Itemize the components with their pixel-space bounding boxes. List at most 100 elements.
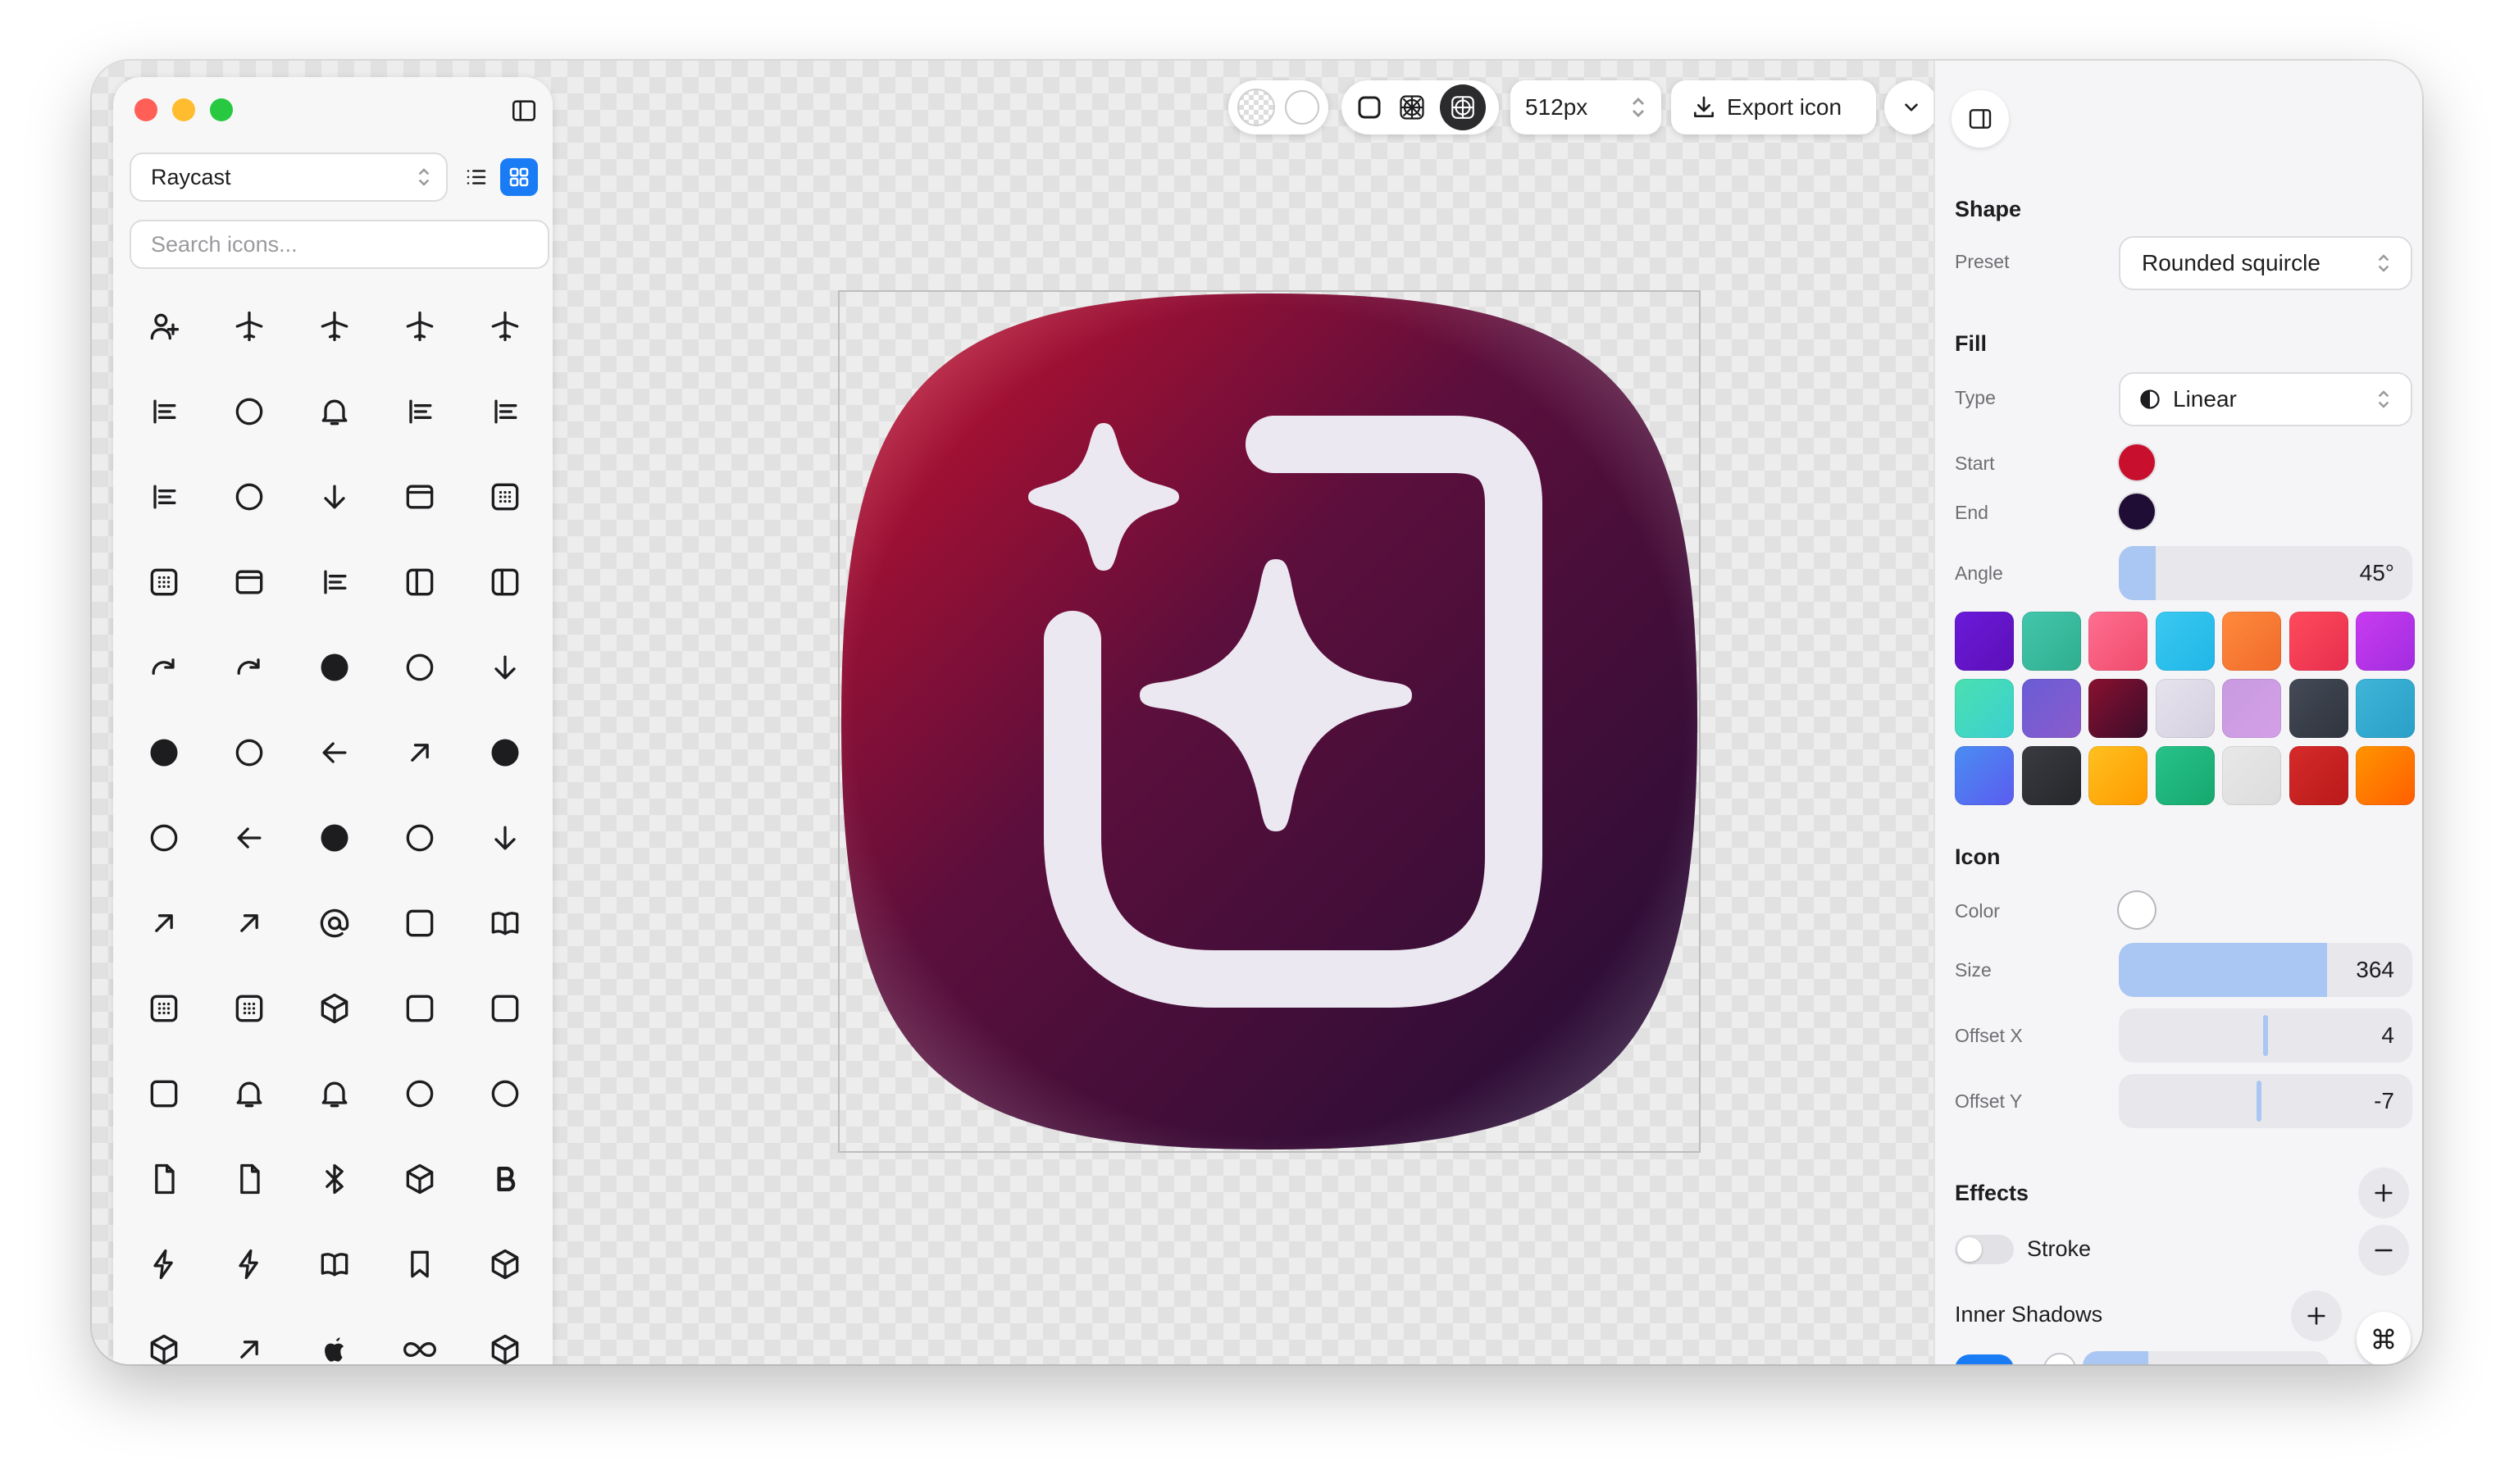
transparent-background-button[interactable] — [1237, 89, 1276, 126]
icon-grid-cell[interactable] — [207, 1136, 292, 1222]
icon-grid-cell[interactable] — [121, 284, 207, 369]
icon-grid-cell[interactable] — [377, 710, 462, 795]
icon-grid-cell[interactable] — [207, 284, 292, 369]
icon-grid-cell[interactable] — [121, 795, 207, 881]
gradient-preset-swatch[interactable] — [2289, 612, 2348, 671]
icon-grid-cell[interactable] — [377, 1222, 462, 1307]
icon-grid-cell[interactable] — [121, 369, 207, 454]
inner-shadow-opacity-slider[interactable] — [2083, 1351, 2329, 1364]
export-icon-button[interactable]: Export icon — [1671, 80, 1876, 134]
icon-grid-cell[interactable] — [462, 795, 548, 881]
close-window-button[interactable] — [134, 98, 157, 121]
add-inner-shadow-button[interactable] — [2291, 1291, 2342, 1341]
icon-grid-cell[interactable] — [462, 539, 548, 625]
icon-grid-cell[interactable] — [207, 625, 292, 710]
icon-grid-cell[interactable] — [121, 966, 207, 1051]
icon-grid-cell[interactable] — [462, 881, 548, 966]
icon-color-swatch[interactable] — [2119, 892, 2155, 928]
gradient-preset-swatch[interactable] — [2356, 679, 2415, 738]
icon-grid-cell[interactable] — [121, 881, 207, 966]
icon-grid-cell[interactable] — [462, 454, 548, 539]
gradient-preset-swatch[interactable] — [2021, 679, 2081, 738]
icon-grid-cell[interactable] — [462, 625, 548, 710]
export-size-select[interactable]: 512px — [1510, 80, 1661, 134]
icon-grid-cell[interactable] — [292, 881, 377, 966]
icon-grid-cell[interactable] — [462, 966, 548, 1051]
gradient-preset-swatch[interactable] — [2155, 679, 2215, 738]
gradient-preset-swatch[interactable] — [2155, 746, 2215, 805]
icon-grid-cell[interactable] — [292, 795, 377, 881]
end-color-swatch[interactable] — [2119, 494, 2155, 530]
icon-grid-cell[interactable] — [207, 369, 292, 454]
icon-grid-cell[interactable] — [292, 539, 377, 625]
icon-grid-cell[interactable] — [462, 369, 548, 454]
gradient-preset-swatch[interactable] — [2289, 746, 2348, 805]
icon-grid-cell[interactable] — [292, 454, 377, 539]
gradient-preset-swatch[interactable] — [2021, 612, 2081, 671]
icon-grid-cell[interactable] — [292, 1136, 377, 1222]
icon-grid-cell[interactable] — [207, 1307, 292, 1364]
icon-grid-cell[interactable] — [292, 284, 377, 369]
white-background-button[interactable] — [1284, 90, 1319, 125]
icon-grid-cell[interactable] — [207, 710, 292, 795]
icon-grid-cell[interactable] — [292, 1051, 377, 1136]
icon-grid-cell[interactable] — [121, 454, 207, 539]
gradient-preset-swatch[interactable] — [2222, 746, 2281, 805]
gradient-preset-swatch[interactable] — [1955, 746, 2014, 805]
toggle-inspector-button[interactable] — [1952, 90, 2009, 148]
icon-grid-cell[interactable] — [462, 284, 548, 369]
icon-search-input[interactable]: Search icons... — [130, 220, 549, 269]
icon-grid-cell[interactable] — [377, 966, 462, 1051]
gradient-preset-swatch[interactable] — [2088, 612, 2147, 671]
gradient-preset-swatch[interactable] — [2021, 746, 2081, 805]
icon-grid-cell[interactable] — [292, 625, 377, 710]
app-icon-preview[interactable] — [840, 292, 1699, 1151]
remove-stroke-button[interactable] — [2358, 1225, 2409, 1276]
offset-y-slider[interactable]: -7 — [2119, 1074, 2412, 1128]
icon-grid-cell[interactable] — [121, 1307, 207, 1364]
angle-slider[interactable]: 45° — [2119, 546, 2412, 600]
icon-grid-cell[interactable] — [377, 539, 462, 625]
export-options-button[interactable] — [1884, 80, 1938, 134]
icon-grid-cell[interactable] — [377, 625, 462, 710]
icon-grid-cell[interactable] — [121, 710, 207, 795]
icon-grid-cell[interactable] — [292, 966, 377, 1051]
gradient-preset-swatch[interactable] — [2356, 746, 2415, 805]
grid-frame-button[interactable] — [1397, 93, 1427, 122]
list-view-button[interactable] — [458, 158, 495, 196]
gradient-preset-swatch[interactable] — [2222, 612, 2281, 671]
icon-grid-cell[interactable] — [207, 966, 292, 1051]
inner-shadow-color-swatch[interactable] — [2043, 1353, 2076, 1364]
command-menu-button[interactable] — [2357, 1312, 2411, 1364]
icon-grid-cell[interactable] — [292, 369, 377, 454]
icon-grid-cell[interactable] — [377, 369, 462, 454]
icon-grid-cell[interactable] — [377, 284, 462, 369]
toggle-sidebar-icon[interactable] — [510, 97, 538, 125]
icon-grid-cell[interactable] — [207, 881, 292, 966]
icon-grid-cell[interactable] — [121, 625, 207, 710]
guides-frame-button-active[interactable] — [1440, 84, 1486, 130]
icon-grid-cell[interactable] — [292, 1222, 377, 1307]
icon-grid-cell[interactable] — [462, 1051, 548, 1136]
gradient-preset-swatch[interactable] — [2155, 612, 2215, 671]
icon-grid-cell[interactable] — [462, 1136, 548, 1222]
minimize-window-button[interactable] — [172, 98, 195, 121]
icon-grid-cell[interactable] — [462, 1307, 548, 1364]
icon-grid-cell[interactable] — [377, 1136, 462, 1222]
gradient-preset-swatch[interactable] — [1955, 612, 2014, 671]
icon-grid-cell[interactable] — [462, 710, 548, 795]
icon-grid-cell[interactable] — [207, 1222, 292, 1307]
icon-grid-cell[interactable] — [377, 881, 462, 966]
icon-grid-cell[interactable] — [207, 795, 292, 881]
gradient-preset-swatch[interactable] — [2088, 746, 2147, 805]
gradient-preset-swatch[interactable] — [2222, 679, 2281, 738]
shape-preset-select[interactable]: Rounded squircle — [2119, 236, 2412, 290]
icon-grid-cell[interactable] — [292, 1307, 377, 1364]
icon-grid-cell[interactable] — [377, 1307, 462, 1364]
gradient-preset-swatch[interactable] — [1955, 679, 2014, 738]
gradient-preset-swatch[interactable] — [2088, 679, 2147, 738]
fill-type-select[interactable]: Linear — [2119, 372, 2412, 426]
stroke-toggle[interactable] — [1955, 1235, 2014, 1264]
icon-grid-cell[interactable] — [292, 710, 377, 795]
icon-grid-cell[interactable] — [121, 539, 207, 625]
